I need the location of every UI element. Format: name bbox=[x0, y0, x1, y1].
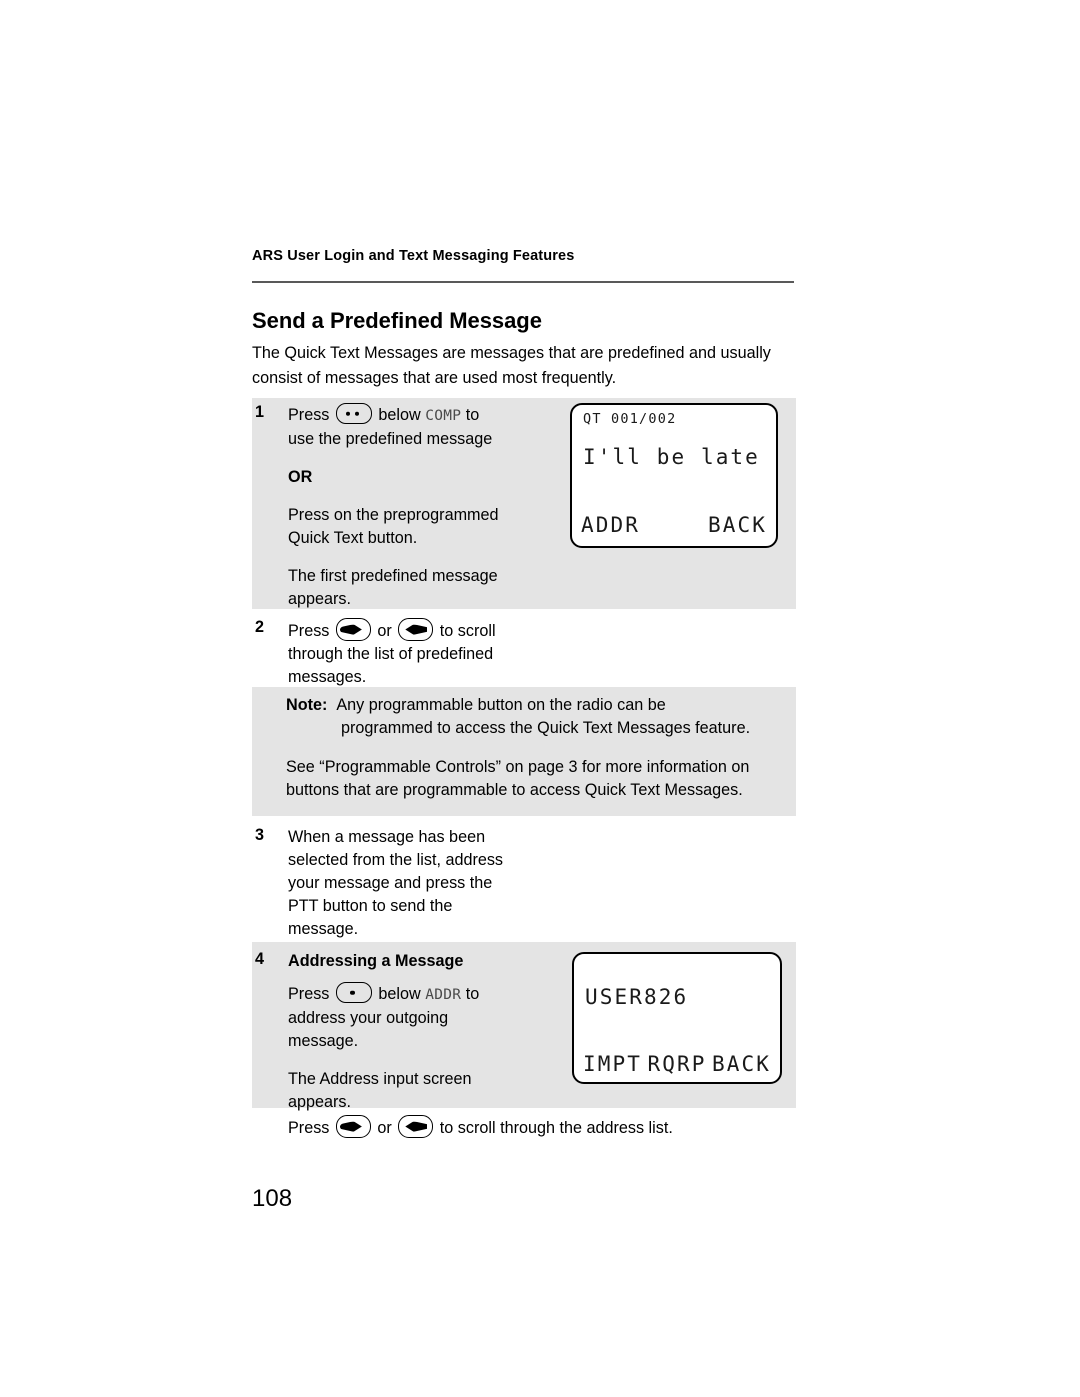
scroll-right-button-icon[interactable] bbox=[335, 1115, 371, 1138]
manual-page: ARS User Login and Text Messaging Featur… bbox=[0, 0, 1080, 1397]
running-header: ARS User Login and Text Messaging Featur… bbox=[252, 248, 575, 264]
closing-instruction: Press or to scroll through the address l… bbox=[288, 1115, 673, 1140]
step-2-line-1: Press or to scroll bbox=[288, 618, 568, 643]
step-1-result-line-1: The first predefined message bbox=[288, 567, 498, 585]
step-2-line-2: through the list of predefined bbox=[288, 645, 494, 663]
press-word: Press bbox=[288, 406, 330, 424]
note-line-1: Any programmable button on the radio can… bbox=[336, 696, 666, 714]
to-word: to bbox=[465, 406, 480, 424]
step-3-line-1: When a message has been bbox=[288, 828, 486, 846]
step-1-line-2: use the predefined message bbox=[288, 430, 493, 448]
step-4-result-line-1: The Address input screen bbox=[288, 1070, 472, 1088]
step-3-line-4: PTT button to send the bbox=[288, 897, 453, 915]
note-label: Note: bbox=[286, 696, 328, 714]
one-dot-button-icon[interactable] bbox=[335, 982, 372, 1003]
lcd-softkey-back[interactable]: BACK bbox=[708, 513, 767, 537]
step-1-or: OR bbox=[288, 468, 313, 486]
note-paragraph: See “Programmable Controls” on page 3 fo… bbox=[286, 758, 750, 799]
lcd-softkey-back[interactable]: BACK bbox=[712, 1052, 771, 1076]
step-4-line-3: message. bbox=[288, 1032, 359, 1050]
step-3-number: 3 bbox=[255, 826, 265, 844]
step-1-number: 1 bbox=[255, 403, 265, 421]
lcd-softkey-row: ADDR BACK bbox=[572, 513, 776, 537]
closing-tail-text: to scroll through the address list. bbox=[439, 1119, 673, 1137]
press-word: Press bbox=[288, 1119, 330, 1137]
below-word: below bbox=[378, 406, 421, 424]
lcd-address-text: USER826 bbox=[585, 985, 689, 1009]
softkey-label-addr: ADDR bbox=[425, 987, 462, 1003]
intro-paragraph: The Quick Text Messages are messages tha… bbox=[252, 344, 771, 387]
lcd-address-screen: USER826 IMPT RQRP BACK bbox=[572, 952, 782, 1084]
scroll-right-button-icon[interactable] bbox=[335, 618, 371, 641]
to-word: to bbox=[465, 985, 480, 1003]
step-2-line-3: messages. bbox=[288, 668, 367, 686]
page-number: 108 bbox=[252, 1185, 293, 1212]
step-4-line-2: address your outgoing bbox=[288, 1009, 449, 1027]
step-3-line-3: your message and press the bbox=[288, 874, 493, 892]
lcd-softkey-row: IMPT RQRP BACK bbox=[574, 1052, 780, 1076]
lcd-softkey-impt[interactable]: IMPT bbox=[583, 1052, 642, 1076]
two-dot-button-icon[interactable] bbox=[335, 403, 372, 424]
to-scroll-word: to scroll bbox=[439, 622, 496, 640]
step-4-body: Addressing a Message Press below ADDR to… bbox=[288, 950, 558, 1114]
step-2-body: Press or to scroll through the list of p… bbox=[288, 618, 568, 689]
step-1-body: Press below COMP to use the predefined m… bbox=[288, 403, 548, 611]
lcd-status-line: QT 001/002 bbox=[583, 411, 677, 427]
step-1-alt-line-1: Press on the preprogrammed bbox=[288, 506, 499, 524]
lcd-quick-text-screen: QT 001/002 I'll be late ADDR BACK bbox=[570, 403, 778, 548]
step-4-number: 4 bbox=[255, 950, 265, 968]
press-word: Press bbox=[288, 622, 330, 640]
step-1-line-1: Press below COMP to bbox=[288, 403, 548, 428]
or-word: or bbox=[377, 622, 392, 640]
step-3-line-2: selected from the list, address bbox=[288, 851, 504, 869]
or-word: or bbox=[377, 1119, 392, 1137]
header-rule bbox=[252, 281, 794, 283]
press-word: Press bbox=[288, 985, 330, 1003]
step-4-line-1: Press below ADDR to bbox=[288, 982, 558, 1007]
lcd-softkey-addr[interactable]: ADDR bbox=[581, 513, 640, 537]
note-block: Note: Any programmable button on the rad… bbox=[286, 694, 786, 802]
step-2-number: 2 bbox=[255, 618, 265, 636]
step-3-line-5: message. bbox=[288, 920, 359, 938]
scroll-left-button-icon[interactable] bbox=[398, 1115, 434, 1138]
step-3-body: When a message has been selected from th… bbox=[288, 826, 558, 941]
step-4-result-line-2: appears. bbox=[288, 1093, 351, 1111]
note-first-row: Note: Any programmable button on the rad… bbox=[286, 694, 786, 717]
step-4-heading: Addressing a Message bbox=[288, 952, 464, 970]
note-line-2: programmed to access the Quick Text Mess… bbox=[341, 719, 751, 737]
softkey-label-comp: COMP bbox=[425, 408, 462, 424]
lcd-softkey-rqrp[interactable]: RQRP bbox=[648, 1052, 707, 1076]
below-word: below bbox=[378, 985, 421, 1003]
step-1-result-line-2: appears. bbox=[288, 590, 351, 608]
page-title: Send a Predefined Message bbox=[252, 308, 542, 333]
lcd-message-text: I'll be late bbox=[583, 445, 760, 469]
step-1-alt-line-2: Quick Text button. bbox=[288, 529, 418, 547]
scroll-left-button-icon[interactable] bbox=[398, 618, 434, 641]
